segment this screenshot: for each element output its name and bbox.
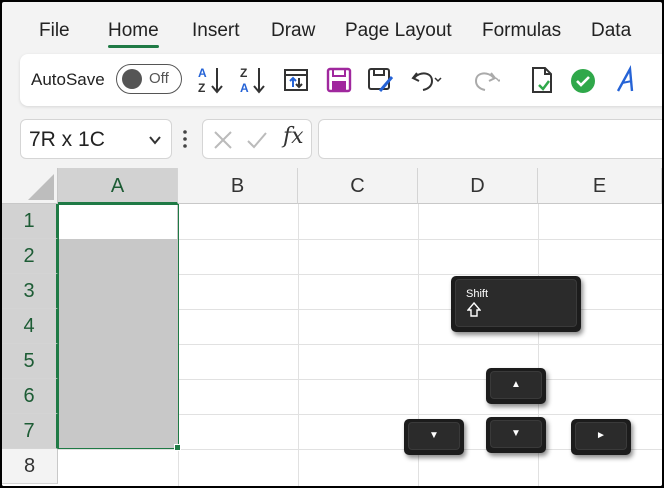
menu-bar: File Home Insert Draw Page Layout Formul… xyxy=(2,2,662,48)
insert-function-icon[interactable]: fx xyxy=(283,124,304,149)
formula-controls: fx xyxy=(202,119,312,159)
column-header-b[interactable]: B xyxy=(178,168,298,204)
quick-access-toolbar: AutoSave Off AZ ZA xyxy=(20,54,662,106)
svg-text:Z: Z xyxy=(198,81,205,95)
autosave-label: AutoSave xyxy=(31,70,105,89)
up-arrow-key: ▲ xyxy=(486,368,546,404)
row-header-3[interactable]: 3 xyxy=(2,274,58,309)
menu-draw[interactable]: Draw xyxy=(271,20,315,42)
selected-range[interactable] xyxy=(58,204,179,449)
enter-check-icon[interactable] xyxy=(245,128,269,152)
svg-text:Z: Z xyxy=(240,66,247,80)
active-cell[interactable] xyxy=(59,205,177,239)
autosave-toggle[interactable]: Off xyxy=(116,64,182,94)
menu-formulas[interactable]: Formulas xyxy=(482,20,561,42)
down-arrow-icon: ▼ xyxy=(511,428,521,439)
menu-page-layout[interactable]: Page Layout xyxy=(345,20,452,42)
select-all-button[interactable] xyxy=(2,168,58,204)
name-box[interactable]: 7R x 1C xyxy=(20,119,172,159)
formula-input[interactable] xyxy=(318,119,662,159)
row-header-6[interactable]: 6 xyxy=(2,379,58,414)
text-direction-icon[interactable] xyxy=(610,63,644,97)
svg-text:A: A xyxy=(240,81,249,95)
menu-home[interactable]: Home xyxy=(108,20,159,48)
up-arrow-icon: ▲ xyxy=(511,379,521,390)
column-header-d[interactable]: D xyxy=(418,168,538,204)
cancel-icon[interactable] xyxy=(211,128,235,152)
key-face: ▲ xyxy=(490,371,542,399)
sort-ascending-icon[interactable]: AZ xyxy=(194,63,228,97)
save-icon[interactable] xyxy=(322,63,356,97)
check-circle-icon[interactable] xyxy=(566,63,600,97)
worksheet-grid: A B C D E 1 2 3 4 5 6 7 8 Shift ▲ ▼ ▼ ► xyxy=(2,168,662,486)
fill-handle[interactable] xyxy=(174,444,181,451)
down-arrow-key: ▼ xyxy=(486,417,546,453)
excel-window: File Home Insert Draw Page Layout Formul… xyxy=(2,2,662,486)
key-face: ▼ xyxy=(490,420,542,448)
left-arrow-key: ▼ xyxy=(404,419,464,455)
more-options-icon[interactable] xyxy=(180,126,190,152)
toggle-knob xyxy=(122,69,142,89)
column-header-c[interactable]: C xyxy=(298,168,418,204)
row-header-2[interactable]: 2 xyxy=(2,239,58,274)
shift-key-label: Shift xyxy=(466,288,489,300)
row-header-8[interactable]: 8 xyxy=(2,449,58,484)
left-key-arrow-icon: ▼ xyxy=(429,430,439,441)
menu-file[interactable]: File xyxy=(39,20,70,42)
undo-icon[interactable] xyxy=(408,63,442,97)
select-all-triangle xyxy=(28,174,54,200)
right-arrow-icon: ► xyxy=(596,430,606,441)
menu-data[interactable]: Data xyxy=(591,20,631,42)
sort-descending-icon[interactable]: ZA xyxy=(236,63,270,97)
column-header-a[interactable]: A xyxy=(58,168,178,204)
save-as-icon[interactable] xyxy=(364,63,398,97)
menu-insert[interactable]: Insert xyxy=(192,20,240,42)
right-arrow-key: ► xyxy=(571,419,631,455)
refresh-icon[interactable] xyxy=(279,63,313,97)
key-face: Shift xyxy=(455,279,577,327)
gridline xyxy=(298,204,299,486)
key-face: ► xyxy=(575,422,627,450)
redo-icon[interactable] xyxy=(466,63,503,97)
autosave-state: Off xyxy=(149,70,169,87)
row-header-1[interactable]: 1 xyxy=(2,204,58,239)
row-header-4[interactable]: 4 xyxy=(2,309,58,344)
shift-arrow-icon xyxy=(467,302,481,317)
key-face: ▼ xyxy=(408,422,460,450)
shift-key: Shift xyxy=(451,276,581,332)
column-header-e[interactable]: E xyxy=(538,168,662,204)
chevron-down-icon[interactable] xyxy=(147,132,163,148)
row-header-7[interactable]: 7 xyxy=(2,414,58,449)
name-box-value: 7R x 1C xyxy=(29,128,105,151)
svg-text:A: A xyxy=(198,66,207,80)
document-icon[interactable] xyxy=(525,63,559,97)
row-header-5[interactable]: 5 xyxy=(2,344,58,379)
